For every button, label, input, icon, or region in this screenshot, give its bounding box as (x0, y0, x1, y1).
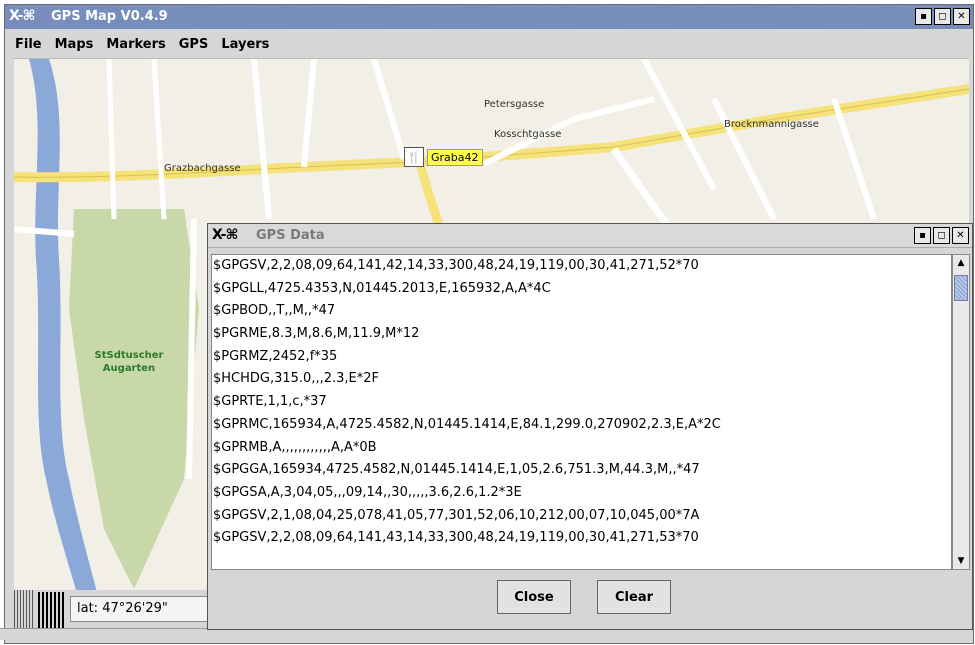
nmea-line: $GPRMB,A,,,,,,,,,,,,A,A*0B (213, 439, 377, 455)
nmea-line: $GPBOD,,T,,M,,*47 (213, 303, 336, 319)
park-area (69, 209, 199, 589)
nmea-line: $GPGGA,165934,4725.4582,N,01445.1414,E,1… (213, 462, 700, 478)
window-logo-icon: X-⌘ (9, 8, 35, 24)
dialog-maximize-button[interactable]: ◻ (933, 227, 950, 244)
scroll-thumb[interactable] (954, 275, 968, 301)
menu-markers[interactable]: Markers (106, 37, 165, 52)
street-label-2: Kosschtgasse (494, 129, 562, 140)
poi-label: Graba42 (427, 148, 483, 166)
dialog-minimize-button[interactable]: ▪ (914, 227, 931, 244)
menu-layers[interactable]: Layers (221, 37, 269, 52)
main-titlebar[interactable]: X-⌘ GPS Map V0.4.9 ▪ ◻ ✕ (5, 5, 973, 29)
nmea-textarea[interactable]: $GPGSV,2,2,08,09,64,141,42,14,33,300,48,… (211, 254, 952, 570)
nmea-line: $GPGSA,A,3,04,05,,,09,14,,30,,,,,3.6,2.6… (213, 484, 522, 500)
close-window-button[interactable]: ✕ (953, 8, 970, 25)
close-button[interactable]: Close (497, 580, 571, 614)
zoom-slider-icon[interactable] (38, 592, 64, 628)
street-label-3: Brocknmannigasse (724, 119, 819, 130)
road-e (251, 59, 272, 220)
nmea-line: $PGRMZ,2452,f*35 (213, 348, 338, 364)
latitude-readout: lat: 47°26'29" (70, 596, 220, 622)
menubar: File Maps Markers GPS Layers (5, 29, 973, 59)
nmea-line: $GPGSV,2,1,08,04,25,078,41,05,77,301,52,… (213, 507, 700, 523)
road-m (14, 226, 75, 237)
road-k (831, 98, 877, 220)
street-label-grazbachgasse: Grazbachgasse (164, 163, 241, 174)
dialog-close-window-button[interactable]: ✕ (952, 227, 969, 244)
nmea-line: $GPGSV,2,2,08,09,64,141,42,14,33,300,48,… (213, 258, 699, 273)
grip-handle[interactable] (14, 590, 34, 630)
park-label: StSdtuscher Augarten (94, 350, 164, 374)
menu-gps[interactable]: GPS (179, 37, 209, 52)
dialog-title: GPS Data (256, 228, 325, 243)
scroll-up-icon[interactable]: ▲ (953, 255, 969, 271)
nmea-line: $PGRME,8.3,M,8.6,M,11.9,M*12 (213, 326, 420, 342)
vertical-scrollbar[interactable]: ▲ ▼ (952, 254, 970, 570)
window-title: GPS Map V0.4.9 (51, 9, 168, 24)
dialog-logo-icon: X-⌘ (212, 227, 238, 243)
scroll-down-icon[interactable]: ▼ (953, 553, 969, 569)
gps-data-dialog: X-⌘ GPS Data ▪ ◻ ✕ $GPGSV,2,2,08,09,64,1… (207, 223, 973, 630)
nmea-line: $GPGSV,2,2,08,09,64,141,43,14,33,300,48,… (213, 530, 699, 546)
nmea-line: $GPRTE,1,1,c,*37 (213, 394, 327, 410)
road-d (301, 59, 317, 168)
menu-file[interactable]: File (15, 37, 42, 52)
menu-maps[interactable]: Maps (55, 37, 94, 52)
clear-button[interactable]: Clear (597, 580, 671, 614)
road-f (151, 59, 167, 220)
dialog-titlebar[interactable]: X-⌘ GPS Data ▪ ◻ ✕ (208, 224, 972, 248)
maximize-button[interactable]: ◻ (934, 8, 951, 25)
road-l (641, 59, 717, 191)
nmea-line: $GPRMC,165934,A,4725.4582,N,01445.1414,E… (213, 416, 721, 432)
road-g (106, 59, 117, 220)
minimize-button[interactable]: ▪ (915, 8, 932, 25)
nmea-line: $HCHDG,315.0,,,2.3,E*2F (213, 371, 379, 387)
restaurant-icon: 🍴 (404, 147, 424, 167)
street-label-4: Petersgasse (484, 99, 545, 110)
poi-marker[interactable]: 🍴 Graba42 (404, 147, 483, 167)
nmea-line: $GPGLL,4725.4353,N,01445.2013,E,165932,A… (213, 280, 551, 296)
road-h (371, 59, 407, 160)
status-bar: lat: 47°26'29" (14, 590, 220, 630)
